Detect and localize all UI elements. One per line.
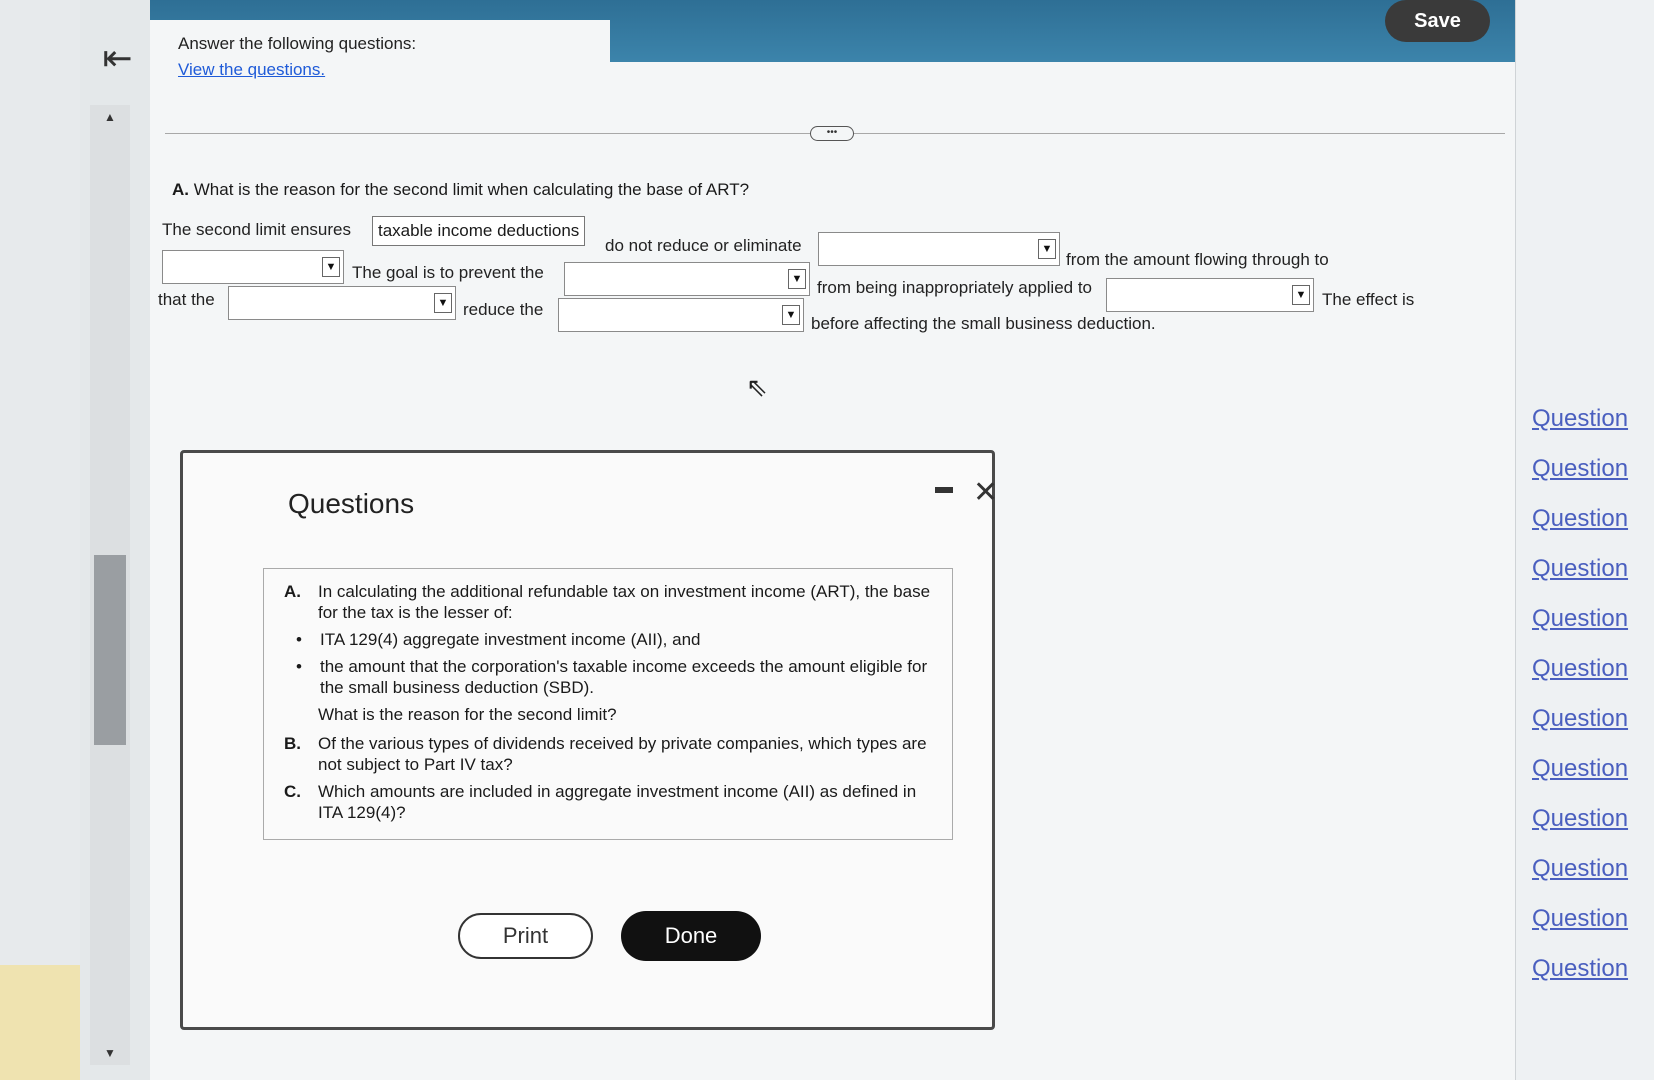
sentence-segment-2: do not reduce or eliminate: [605, 236, 802, 255]
sentence-segment-6: The effect is: [1322, 290, 1415, 309]
scrollbar[interactable]: ▲ ▼: [90, 105, 130, 1065]
item-text: Of the various types of dividends receiv…: [318, 734, 927, 774]
dropdown-1[interactable]: ▼: [818, 232, 1060, 266]
question-link[interactable]: Question: [1532, 455, 1628, 483]
question-link[interactable]: Question: [1532, 755, 1628, 783]
question-link[interactable]: Question: [1532, 555, 1628, 583]
question-link[interactable]: Question: [1532, 855, 1628, 883]
sentence-segment-9: before affecting the small business dedu…: [811, 314, 1156, 333]
bullet-item: ITA 129(4) aggregate investment income (…: [296, 629, 932, 650]
main-content: Save Answer the following questions: Vie…: [150, 0, 1515, 1080]
sentence-segment-7: that the: [158, 290, 215, 309]
question-link[interactable]: Question: [1532, 955, 1628, 983]
list-item: C. Which amounts are included in aggrega…: [284, 781, 932, 823]
scroll-up-icon[interactable]: ▲: [90, 110, 130, 124]
triangle-down-icon: ▼: [782, 305, 800, 325]
answer-box-taxable-income-deductions[interactable]: taxable income deductions: [372, 216, 586, 246]
item-letter: C.: [284, 782, 301, 801]
question-nav-panel: Question Question Question Question Ques…: [1515, 0, 1654, 1080]
question-link[interactable]: Question: [1532, 905, 1628, 933]
triangle-down-icon: ▼: [322, 257, 340, 277]
triangle-down-icon: ▼: [1292, 285, 1310, 305]
print-button[interactable]: Print: [458, 913, 593, 959]
questions-modal: Questions ✕ A. In calculating the additi…: [180, 450, 998, 1030]
item-letter: B.: [284, 734, 301, 753]
question-link[interactable]: Question: [1532, 805, 1628, 833]
collapse-left-icon[interactable]: ⇤: [95, 38, 140, 78]
sentence-segment-4: The goal is to prevent the: [352, 263, 544, 282]
bullet-list: ITA 129(4) aggregate investment income (…: [296, 629, 932, 698]
sentence-segment-5: from being inappropriately applied to: [817, 278, 1093, 297]
sentence-segment-1: The second limit ensures: [162, 220, 351, 239]
question-letter: A.: [172, 180, 189, 199]
dropdown-4[interactable]: ▼: [1106, 278, 1314, 312]
list-item: B. Of the various types of dividends rec…: [284, 733, 932, 775]
question-link[interactable]: Question: [1532, 505, 1628, 533]
bullet-item: the amount that the corporation's taxabl…: [296, 656, 932, 698]
mouse-cursor-icon: ⇖: [746, 372, 768, 402]
question-text: What is the reason for the second limit …: [193, 180, 750, 199]
modal-title: Questions: [288, 488, 415, 519]
questions-list: A. In calculating the additional refunda…: [263, 568, 953, 840]
triangle-down-icon: ▼: [434, 293, 452, 313]
sentence-segment-3: from the amount flowing through to: [1066, 250, 1329, 269]
dropdown-3[interactable]: ▼: [564, 262, 810, 296]
question-link[interactable]: Question: [1532, 655, 1628, 683]
item-followup: What is the reason for the second limit?: [318, 705, 617, 724]
question-link[interactable]: Question: [1532, 405, 1628, 433]
dropdown-2[interactable]: ▼: [162, 250, 344, 284]
question-link[interactable]: Question: [1532, 705, 1628, 733]
sentence-segment-8: reduce the: [463, 300, 544, 319]
done-button[interactable]: Done: [621, 911, 761, 961]
instruction-text: Answer the following questions:: [178, 34, 417, 53]
item-text: Which amounts are included in aggregate …: [318, 782, 917, 822]
item-text: In calculating the additional refundable…: [318, 582, 931, 622]
view-questions-link[interactable]: View the questions.: [178, 60, 325, 80]
left-rail: [0, 0, 80, 1080]
question-title: A. What is the reason for the second lim…: [172, 180, 749, 200]
left-rail-highlight: [0, 965, 80, 1080]
dropdown-6[interactable]: ▼: [558, 298, 804, 332]
question-link[interactable]: Question: [1532, 605, 1628, 633]
expand-handle-icon[interactable]: •••: [810, 126, 854, 141]
triangle-down-icon: ▼: [788, 269, 806, 289]
close-icon[interactable]: ✕: [973, 475, 998, 510]
scroll-down-icon[interactable]: ▼: [90, 1046, 130, 1060]
triangle-down-icon: ▼: [1038, 239, 1056, 259]
minimize-icon[interactable]: [935, 487, 953, 493]
scrollbar-thumb[interactable]: [94, 555, 126, 745]
save-button[interactable]: Save: [1385, 0, 1490, 42]
list-item: A. In calculating the additional refunda…: [284, 581, 932, 623]
item-letter: A.: [284, 582, 301, 601]
dropdown-5[interactable]: ▼: [228, 286, 456, 320]
